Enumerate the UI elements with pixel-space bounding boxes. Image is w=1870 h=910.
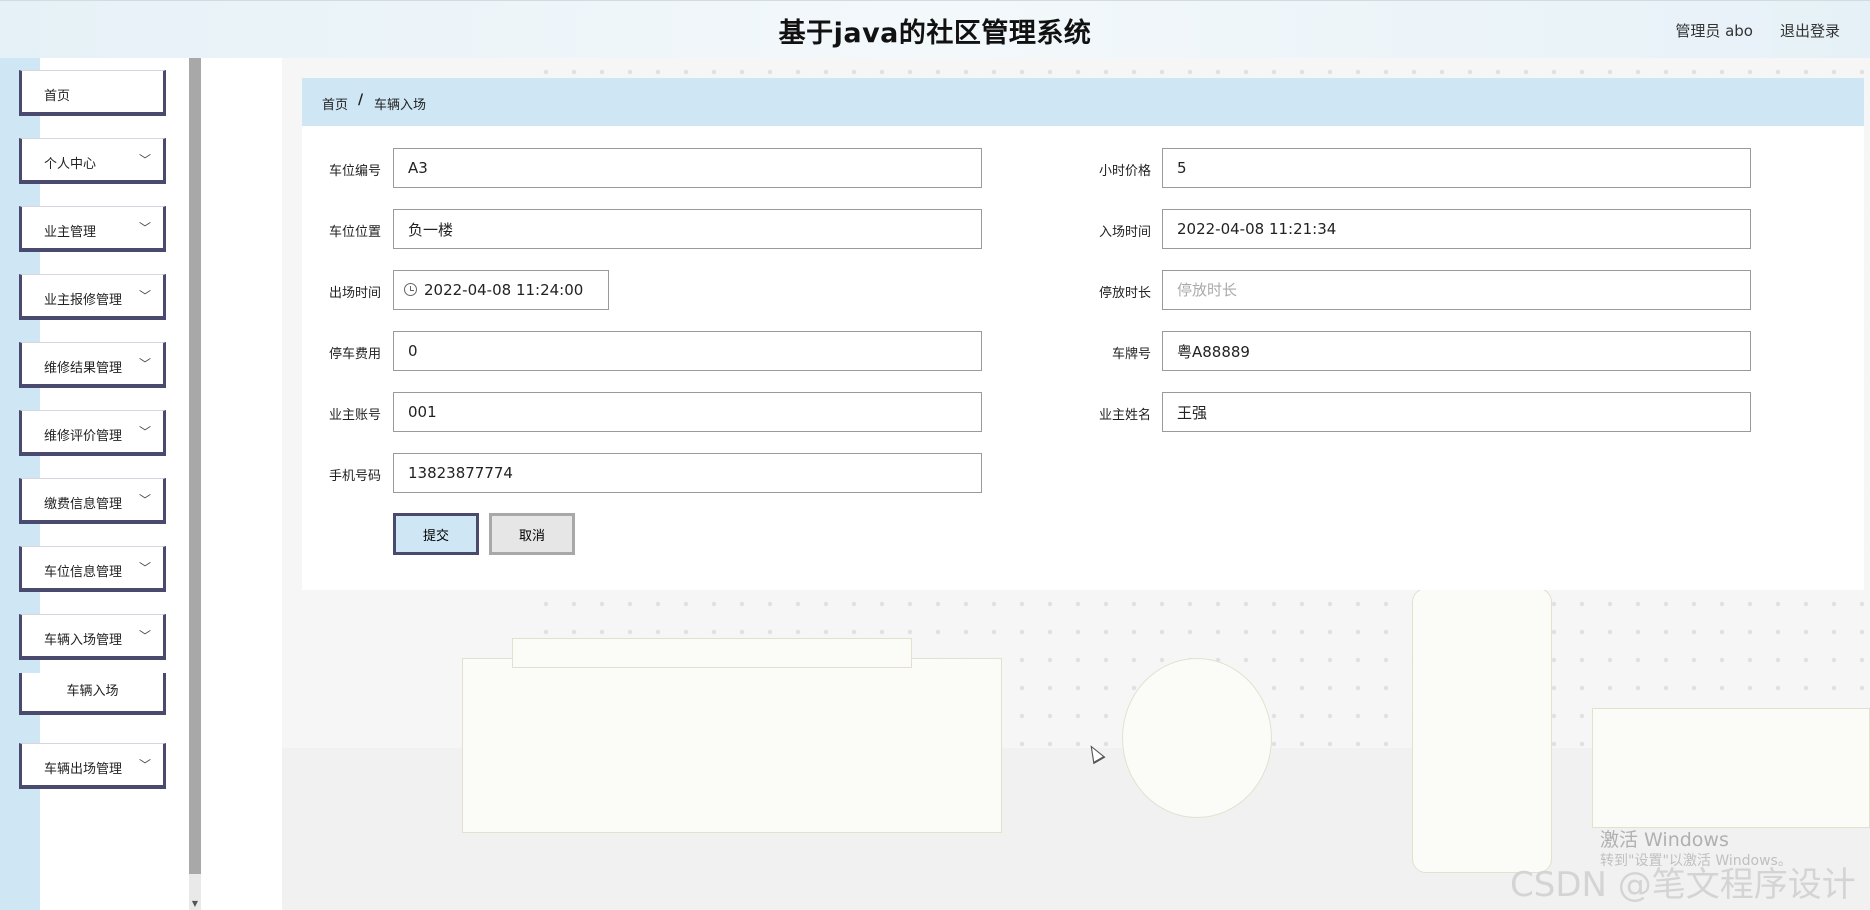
phone-number-label: 手机号码: [328, 469, 381, 484]
sidebar-item-repair-result-management[interactable]: 维修结果管理 ﹀: [19, 342, 166, 388]
entry-time-label: 入场时间: [1098, 225, 1151, 240]
clock-icon: [404, 283, 417, 296]
chevron-down-icon: ﹀: [138, 758, 151, 772]
sidebar-item-home[interactable]: 首页: [19, 70, 166, 116]
current-user: 管理员 abo: [1675, 22, 1753, 40]
sidebar-item-payment-management[interactable]: 缴费信息管理 ﹀: [19, 478, 166, 524]
breadcrumb: 首页 / 车辆入场: [302, 78, 1864, 126]
breadcrumb-separator: /: [358, 92, 364, 108]
exit-time-picker[interactable]: 2022-04-08 11:24:00: [393, 270, 609, 310]
sidebar-item-label: 首页: [44, 89, 71, 104]
background-bar-shape: [512, 638, 912, 668]
sidebar-item-label: 业主管理: [44, 225, 97, 240]
owner-account-input[interactable]: [393, 392, 982, 432]
sidebar-item-label: 维修结果管理: [44, 361, 123, 376]
chevron-down-icon: ﹀: [138, 493, 151, 507]
parking-duration-input[interactable]: [1162, 270, 1751, 310]
windows-activation-watermark: 激活 Windows: [1600, 829, 1729, 851]
sidebar-item-vehicle-entry-management[interactable]: 车辆入场管理 ﹀: [19, 614, 166, 660]
chevron-down-icon: ﹀: [138, 629, 151, 643]
cancel-button[interactable]: 取消: [489, 513, 575, 555]
chevron-down-icon: ﹀: [138, 289, 151, 303]
submit-button[interactable]: 提交: [393, 513, 479, 555]
sidebar-item-label: 维修评价管理: [44, 429, 123, 444]
parking-duration-label: 停放时长: [1098, 286, 1151, 301]
plate-number-label: 车牌号: [1111, 347, 1151, 362]
csdn-watermark: CSDN @笔文程序设计: [1510, 865, 1856, 905]
plate-number-input[interactable]: [1162, 331, 1751, 371]
sidebar-item-repair-request-management[interactable]: 业主报修管理 ﹀: [19, 274, 166, 320]
chevron-down-icon: ﹀: [138, 425, 151, 439]
entry-time-input[interactable]: [1162, 209, 1751, 249]
parking-fee-label: 停车费用: [328, 347, 381, 362]
parking-fee-input[interactable]: [393, 331, 982, 371]
sidebar-item-label: 缴费信息管理: [44, 497, 123, 512]
background-cylinder-shape: [1412, 588, 1552, 873]
exit-time-value: 2022-04-08 11:24:00: [424, 281, 584, 299]
sidebar-item-label: 车辆出场管理: [44, 762, 123, 777]
sidebar-item-personal-center[interactable]: 个人中心 ﹀: [19, 138, 166, 184]
top-header: 基于java的社区管理系统 管理员 abo 退出登录: [0, 0, 1870, 58]
chevron-down-icon: ﹀: [138, 561, 151, 575]
scroll-down-arrow-icon[interactable]: ▼: [189, 897, 201, 910]
chevron-down-icon: ﹀: [138, 221, 151, 235]
spot-number-input[interactable]: [393, 148, 982, 188]
owner-account-label: 业主账号: [328, 408, 381, 423]
sidebar-item-label: 车位信息管理: [44, 565, 123, 580]
sidebar-item-label: 业主报修管理: [44, 293, 123, 308]
background-block-shape: [1592, 708, 1870, 828]
spot-location-label: 车位位置: [328, 225, 381, 240]
exit-time-label: 出场时间: [328, 286, 381, 301]
logout-link[interactable]: 退出登录: [1780, 20, 1840, 41]
sidebar-item-repair-review-management[interactable]: 维修评价管理 ﹀: [19, 410, 166, 456]
spot-number-label: 车位编号: [328, 164, 381, 179]
hour-price-input[interactable]: [1162, 148, 1751, 188]
sidebar-subitem-vehicle-entry[interactable]: 车辆入场: [19, 673, 166, 715]
sidebar-scrollbar-thumb[interactable]: [189, 58, 201, 874]
sidebar-item-label: 车辆入场管理: [44, 633, 123, 648]
site-title: 基于java的社区管理系统: [778, 18, 1092, 49]
phone-number-input[interactable]: [393, 453, 982, 493]
chevron-down-icon: ﹀: [138, 153, 151, 167]
hour-price-label: 小时价格: [1098, 164, 1151, 179]
background-tape-shape: [1122, 658, 1272, 818]
sidebar-item-owner-management[interactable]: 业主管理 ﹀: [19, 206, 166, 252]
sidebar-item-label: 个人中心: [44, 157, 97, 172]
owner-name-label: 业主姓名: [1098, 408, 1151, 423]
owner-name-input[interactable]: [1162, 392, 1751, 432]
sidebar-item-vehicle-exit-management[interactable]: 车辆出场管理 ﹀: [19, 743, 166, 789]
breadcrumb-current: 车辆入场: [374, 98, 427, 113]
chevron-down-icon: ﹀: [138, 357, 151, 371]
breadcrumb-home[interactable]: 首页: [322, 94, 348, 113]
background-box-shape: [462, 658, 1002, 833]
spot-location-input[interactable]: [393, 209, 982, 249]
sidebar-item-parking-spot-management[interactable]: 车位信息管理 ﹀: [19, 546, 166, 592]
